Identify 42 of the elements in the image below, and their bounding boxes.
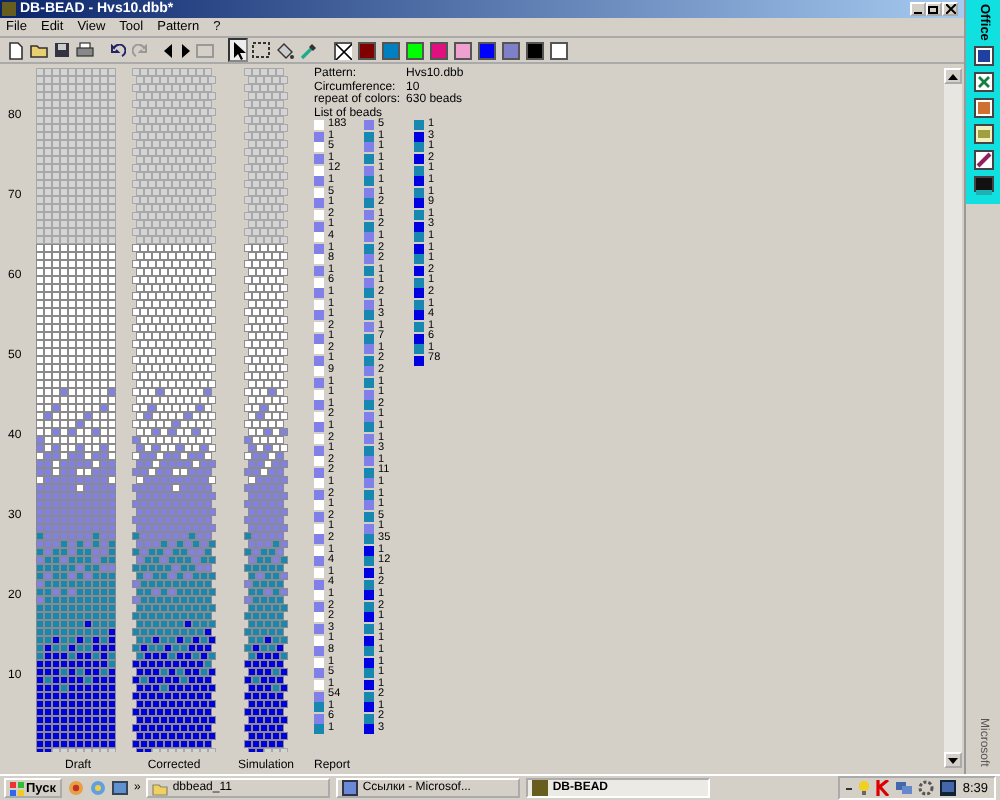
left-arrow-icon[interactable] — [164, 43, 174, 57]
right-arrow-icon[interactable] — [180, 43, 190, 57]
windows-logo-icon — [10, 781, 24, 795]
close-button[interactable] — [942, 2, 958, 16]
scrollbar[interactable] — [944, 68, 962, 768]
rectangle-select-icon[interactable] — [252, 42, 270, 58]
color-swatch[interactable] — [430, 41, 448, 59]
scroll-up-button[interactable] — [944, 68, 962, 84]
color-swatch[interactable] — [478, 41, 496, 59]
network-icon[interactable] — [896, 780, 913, 796]
undo-icon[interactable] — [110, 43, 126, 57]
no-color-swatch[interactable] — [334, 41, 352, 59]
app-icon — [532, 780, 549, 796]
color-swatch[interactable] — [454, 41, 472, 59]
desktop-icon[interactable] — [112, 780, 128, 796]
print-icon[interactable] — [76, 42, 94, 58]
lightbulb-icon[interactable] — [858, 780, 871, 796]
color-swatch[interactable] — [550, 41, 568, 59]
folder-icon — [152, 781, 169, 795]
gear-icon[interactable] — [918, 780, 935, 796]
close-icon — [945, 4, 955, 14]
open-folder-icon[interactable] — [30, 42, 48, 58]
color-swatch[interactable] — [358, 41, 376, 59]
monitor-icon[interactable] — [940, 780, 957, 796]
color-swatch[interactable] — [526, 41, 544, 59]
desktop-icon[interactable] — [973, 176, 993, 197]
new-file-icon[interactable] — [8, 41, 24, 59]
down-arrow-icon — [948, 757, 958, 763]
eyedropper-icon[interactable] — [300, 41, 318, 59]
restore-icon — [928, 4, 940, 14]
pointer-icon[interactable] — [230, 40, 246, 60]
color-swatch[interactable] — [382, 41, 400, 59]
restore-button[interactable] — [926, 2, 942, 16]
app-icon — [2, 2, 16, 16]
scroll-down-button[interactable] — [944, 752, 962, 768]
k-icon[interactable] — [876, 780, 891, 796]
save-icon[interactable] — [54, 42, 70, 58]
up-arrow-icon — [948, 73, 958, 79]
color-swatch[interactable] — [406, 41, 424, 59]
color-swatch[interactable] — [502, 41, 520, 59]
minimize-button[interactable] — [910, 2, 926, 16]
paint-bucket-icon[interactable] — [276, 41, 294, 59]
